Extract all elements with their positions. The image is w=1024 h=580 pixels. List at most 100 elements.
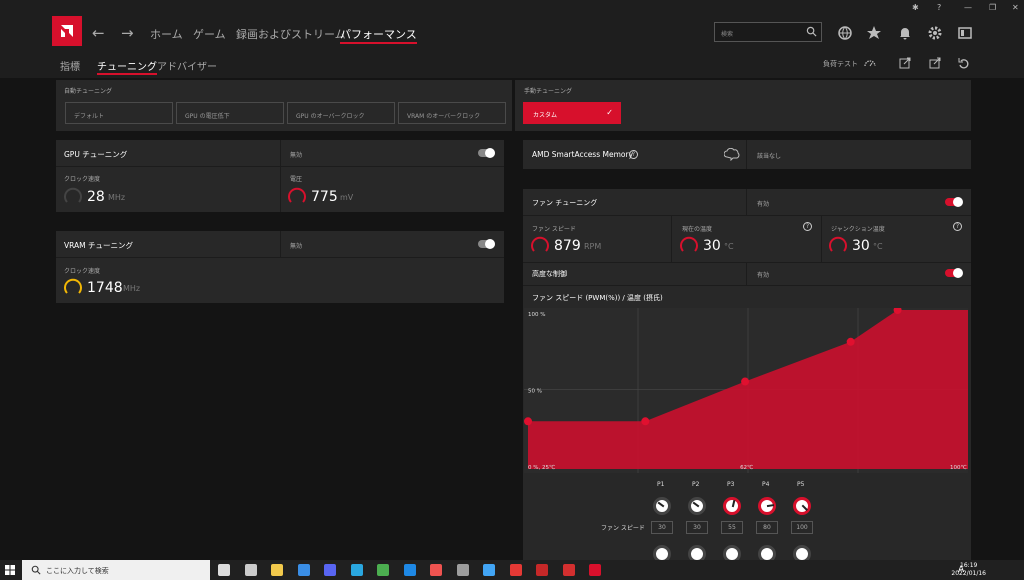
current-temp-value: 30 bbox=[703, 238, 721, 254]
nav-games[interactable]: ゲーム bbox=[193, 26, 226, 42]
divider bbox=[280, 231, 281, 257]
minimize-button[interactable]: — bbox=[964, 3, 972, 12]
tab-tuning[interactable]: チューニング bbox=[97, 58, 157, 75]
clock-date: 2022/01/16 bbox=[951, 570, 986, 577]
divider bbox=[821, 215, 822, 262]
fan-point-label: P3 bbox=[727, 481, 735, 488]
auto-tuning-label: 自動チューニング bbox=[64, 88, 113, 95]
taskbar-app-icon[interactable] bbox=[324, 564, 336, 576]
back-button[interactable]: ← bbox=[92, 24, 105, 42]
divider bbox=[523, 262, 971, 263]
x-tick-label: 62℃ bbox=[740, 464, 753, 471]
taskbar-clock[interactable]: 16:19 2022/01/16 bbox=[951, 562, 986, 578]
taskbar-app-icon[interactable] bbox=[430, 564, 442, 576]
gpu-tuning-toggle[interactable] bbox=[478, 148, 495, 158]
star-icon[interactable] bbox=[866, 25, 882, 41]
taskbar-app-icon[interactable] bbox=[536, 564, 548, 576]
gpu-voltage-unit: mV bbox=[340, 193, 354, 202]
fan-point-knob[interactable] bbox=[688, 497, 706, 515]
forward-button[interactable]: → bbox=[121, 24, 134, 42]
fan-speed-label: ファン スピード bbox=[532, 226, 576, 233]
junction-temp-label: ジャンクション温度 bbox=[831, 226, 885, 233]
x-tick-label: 100℃ bbox=[950, 464, 967, 471]
vram-tuning-toggle[interactable] bbox=[478, 239, 495, 249]
preset-vram-oc-button[interactable]: VRAM のオーバークロック bbox=[398, 102, 506, 124]
share-icon[interactable] bbox=[929, 57, 941, 69]
taskbar-app-icon[interactable] bbox=[562, 564, 575, 576]
gpu-voltage-value: 775 bbox=[311, 189, 338, 205]
nav-performance[interactable]: パフォーマンス bbox=[340, 26, 417, 44]
taskbar-app-icon[interactable] bbox=[483, 564, 495, 576]
divider bbox=[746, 262, 747, 285]
sam-help-icon[interactable]: ? bbox=[629, 150, 638, 159]
preset-default-button[interactable]: デフォルト bbox=[65, 102, 173, 124]
fan-point-label: P2 bbox=[692, 481, 700, 488]
taskbar-app-icon[interactable] bbox=[271, 564, 283, 576]
fan-point-value[interactable]: 30 bbox=[686, 521, 708, 534]
reset-icon[interactable] bbox=[958, 57, 970, 69]
current-temp-help-icon[interactable]: ? bbox=[803, 222, 812, 231]
fan-point-knob[interactable] bbox=[793, 497, 811, 515]
taskbar-app-icon[interactable] bbox=[456, 564, 469, 576]
fan-tuning-toggle[interactable] bbox=[945, 197, 963, 207]
vram-clock-label: クロック速度 bbox=[64, 268, 101, 275]
preset-undervolt-button[interactable]: GPU の電圧低下 bbox=[176, 102, 284, 124]
gpu-voltage-gauge bbox=[288, 187, 306, 203]
tab-metrics[interactable]: 指標 bbox=[60, 58, 80, 73]
y-tick-label: 50 % bbox=[528, 389, 542, 395]
close-button[interactable]: ✕ bbox=[1012, 3, 1019, 12]
restore-button[interactable]: ❐ bbox=[989, 3, 996, 12]
divider bbox=[746, 140, 747, 169]
taskbar-app-icon[interactable] bbox=[350, 564, 363, 576]
junction-temp-help-icon[interactable]: ? bbox=[953, 222, 962, 231]
export-icon[interactable] bbox=[899, 57, 911, 69]
fan-point-knob[interactable] bbox=[653, 497, 671, 515]
taskbar-app-icon[interactable] bbox=[403, 564, 416, 576]
globe-icon[interactable] bbox=[837, 25, 853, 41]
gear-icon[interactable] bbox=[927, 25, 943, 41]
taskbar-search-input[interactable]: ここに入力して検索 bbox=[22, 560, 210, 580]
custom-button[interactable]: カスタム ✓ bbox=[523, 102, 621, 124]
windows-start-icon[interactable] bbox=[5, 565, 15, 575]
fan-point-knob[interactable] bbox=[723, 497, 741, 515]
top-nav-bar: ← → ホーム ゲーム 録画およびストリーム パフォーマンス 検索 ✱ ? — … bbox=[0, 0, 1024, 50]
junction-temp-value: 30 bbox=[852, 238, 870, 254]
layout-icon[interactable] bbox=[957, 25, 973, 41]
fan-point-value[interactable]: 55 bbox=[721, 521, 743, 534]
help-icon[interactable]: ? bbox=[937, 3, 941, 12]
fan-point-knob[interactable] bbox=[758, 497, 776, 515]
divider bbox=[523, 285, 971, 286]
knob-needle bbox=[657, 501, 665, 508]
bell-icon[interactable] bbox=[897, 25, 913, 41]
taskbar-app-icon[interactable] bbox=[244, 564, 257, 576]
divider bbox=[56, 257, 504, 258]
windows-taskbar: ここに入力して検索 A 16:19 2022/01/16 bbox=[0, 560, 1024, 580]
knob-needle bbox=[766, 504, 775, 508]
sam-panel: AMD SmartAccess Memory ? 該当なし bbox=[523, 140, 971, 169]
taskbar-app-icon[interactable] bbox=[377, 564, 389, 576]
clock-time: 16:19 bbox=[960, 562, 978, 569]
bug-icon[interactable]: ✱ bbox=[912, 3, 919, 12]
stress-test-label[interactable]: 負荷テスト bbox=[823, 59, 858, 69]
amd-logo[interactable] bbox=[52, 16, 82, 46]
advanced-control-toggle[interactable] bbox=[945, 268, 963, 278]
tab-advisor[interactable]: アドバイザー bbox=[157, 58, 217, 73]
gauge-icon[interactable] bbox=[864, 57, 876, 69]
search-input[interactable]: 検索 bbox=[714, 22, 822, 42]
divider bbox=[671, 215, 672, 262]
taskbar-app-icon[interactable] bbox=[218, 564, 230, 576]
search-placeholder: 検索 bbox=[721, 31, 734, 38]
preset-gpu-oc-button[interactable]: GPU のオーバークロック bbox=[287, 102, 395, 124]
fan-point-value[interactable]: 100 bbox=[791, 521, 813, 534]
taskbar-app-icon[interactable] bbox=[589, 564, 601, 576]
taskbar-app-icon[interactable] bbox=[509, 564, 522, 576]
taskbar-app-icon[interactable] bbox=[297, 564, 310, 576]
fan-curve-chart[interactable]: 100 % 50 % 0 %, 25℃ 62℃ 100℃ bbox=[524, 308, 968, 473]
fan-point-label: P5 bbox=[797, 481, 805, 488]
vram-clock-value: 1748 bbox=[87, 280, 123, 296]
nav-record-stream[interactable]: 録画およびストリーム bbox=[236, 26, 346, 42]
fan-point-value[interactable]: 30 bbox=[651, 521, 673, 534]
advanced-control-state: 有効 bbox=[757, 272, 770, 279]
nav-home[interactable]: ホーム bbox=[150, 26, 183, 42]
fan-point-value[interactable]: 80 bbox=[756, 521, 778, 534]
